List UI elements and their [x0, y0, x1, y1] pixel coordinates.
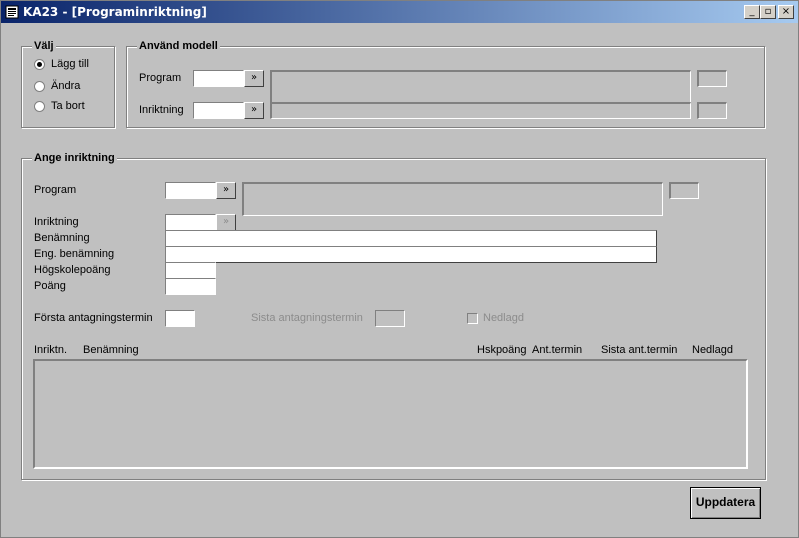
eng-benamning-label: Eng. benämning	[34, 248, 115, 260]
radio-lagg-till[interactable]	[34, 59, 45, 70]
double-chevron-icon: »	[250, 104, 258, 115]
modell-inriktning-lookup-button[interactable]: »	[244, 102, 264, 119]
radio-lagg-till-label[interactable]: Lägg till	[51, 58, 89, 71]
uppdatera-button[interactable]: Uppdatera	[690, 487, 761, 519]
ange-program-label: Program	[34, 184, 77, 196]
poang-label: Poäng	[34, 280, 66, 292]
ange-inriktning-label: Inriktning	[34, 216, 79, 228]
application-window: KA23 - [Programinriktning] _ ▫ × Välj Lä…	[0, 0, 799, 538]
inriktning-list[interactable]	[33, 359, 748, 469]
modell-program-label: Program	[139, 72, 182, 84]
sista-antagningstermin-input[interactable]	[375, 310, 405, 327]
modell-program-input[interactable]	[193, 70, 244, 87]
double-chevron-icon: »	[250, 72, 258, 83]
column-header-sista-ant-termin: Sista ant.termin	[601, 344, 678, 356]
radio-ta-bort[interactable]	[34, 101, 45, 112]
hogskolepoang-input[interactable]	[165, 262, 216, 279]
close-button[interactable]: ×	[778, 5, 794, 19]
window-title: KA23 - [Programinriktning]	[23, 5, 207, 19]
modell-program-description	[270, 70, 691, 104]
modell-inriktning-label: Inriktning	[139, 104, 184, 116]
column-header-nedlagd: Nedlagd	[692, 344, 733, 356]
ange-program-code	[669, 182, 699, 199]
nedlagd-label: Nedlagd	[483, 312, 524, 324]
radio-andra[interactable]	[34, 81, 45, 92]
restore-button[interactable]: ▫	[760, 5, 776, 19]
minimize-button[interactable]: _	[744, 5, 760, 19]
double-chevron-icon: »	[222, 184, 230, 195]
app-icon	[5, 5, 19, 19]
forsta-antagningstermin-label: Första antagningstermin	[34, 312, 153, 324]
hogskolepoang-label: Högskolepoäng	[34, 264, 111, 276]
eng-benamning-input[interactable]	[165, 246, 657, 263]
column-header-hskpoang: Hskpoäng	[477, 344, 527, 356]
ange-inriktning-lookup-button[interactable]: »	[216, 214, 236, 231]
modell-inriktning-code	[697, 102, 727, 119]
benamning-input[interactable]	[165, 230, 657, 247]
close-icon: ×	[781, 6, 791, 17]
ange-program-input[interactable]	[165, 182, 216, 199]
radio-andra-label[interactable]: Ändra	[51, 80, 80, 93]
modell-inriktning-input[interactable]	[193, 102, 244, 119]
modell-program-code	[697, 70, 727, 87]
column-header-inriktn: Inriktn.	[34, 344, 68, 356]
sista-antagningstermin-label: Sista antagningstermin	[251, 312, 363, 324]
ange-program-lookup-button[interactable]: »	[216, 182, 236, 199]
column-header-benamning: Benämning	[83, 344, 139, 356]
minimize-icon: _	[749, 6, 755, 17]
poang-input[interactable]	[165, 278, 216, 295]
ange-program-description	[242, 182, 663, 216]
ange-inriktning-input[interactable]	[165, 214, 216, 231]
restore-icon: ▫	[764, 6, 772, 17]
anvand-modell-group-label: Använd modell	[137, 40, 220, 53]
radio-selected-dot	[37, 62, 42, 67]
radio-ta-bort-label[interactable]: Ta bort	[51, 100, 85, 113]
column-header-ant-termin: Ant.termin	[532, 344, 583, 356]
double-chevron-icon: »	[222, 216, 230, 227]
modell-program-lookup-button[interactable]: »	[244, 70, 264, 87]
title-bar: KA23 - [Programinriktning] _ ▫ ×	[1, 1, 798, 23]
forsta-antagningstermin-input[interactable]	[165, 310, 195, 327]
benamning-label: Benämning	[34, 232, 90, 244]
modell-inriktning-description	[270, 102, 691, 119]
nedlagd-checkbox[interactable]	[467, 313, 478, 324]
valj-group-label: Välj	[32, 40, 56, 53]
ange-inriktning-group-label: Ange inriktning	[32, 152, 117, 165]
